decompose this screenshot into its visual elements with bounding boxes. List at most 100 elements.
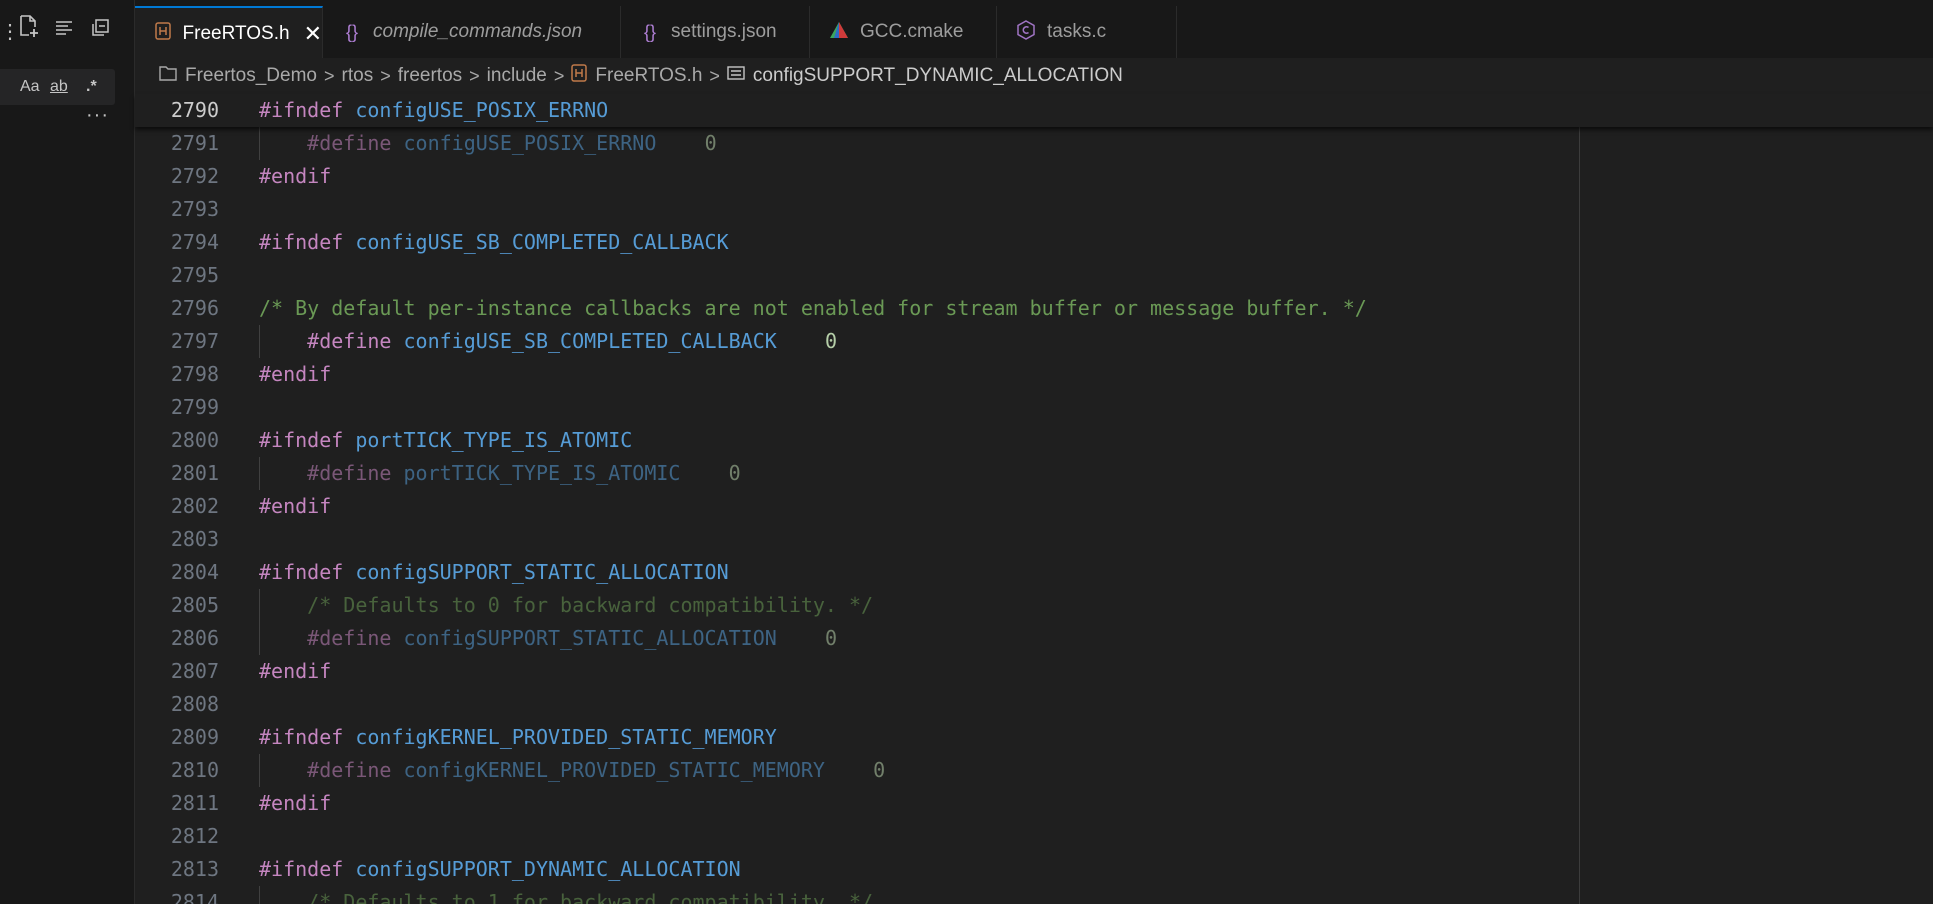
folder-icon [159,65,177,87]
code-line[interactable]: 2804 #ifndef configSUPPORT_STATIC_ALLOCAT… [135,556,1933,589]
macro-name: configKERNEL_PROVIDED_STATIC_MEMORY [355,725,777,749]
line-number: 2812 [170,824,219,848]
code-line[interactable]: 2792 #endif [135,160,1933,193]
chevron-right-icon: > [380,65,391,86]
code-line[interactable]: 2807 #endif [135,655,1933,688]
preprocessor-directive: #define [307,461,392,485]
symbol-constant-icon [727,65,745,87]
line-number: 2798 [170,362,219,386]
line-number: 2799 [170,395,219,419]
code-text: #ifndef configUSE_POSIX_ERRNO [259,94,608,127]
sidebar-toolbar: ⋮ [0,14,134,50]
line-number: 2808 [170,692,219,716]
line-number: 2797 [170,329,219,353]
tab-label: settings.json [671,21,777,42]
code-text: #endif [259,358,331,391]
preprocessor-directive: #ifndef [259,98,344,122]
code-line[interactable]: 2813 #ifndef configSUPPORT_DYNAMIC_ALLOCA… [135,853,1933,886]
tab-4[interactable]: GCC.cmake [810,6,997,58]
code-text: #define configKERNEL_PROVIDED_STATIC_MEM… [259,754,885,787]
code-line[interactable]: 2796 /* By default per-instance callbacks… [135,292,1933,325]
collapse-lines-icon[interactable] [54,14,74,50]
code-line[interactable]: 2814 /* Defaults to 1 for backward compa… [135,886,1933,904]
code-line[interactable]: 2794 #ifndef configUSE_SB_COMPLETED_CALLB… [135,226,1933,259]
preprocessor-directive: #define [307,758,392,782]
line-number: 2800 [170,428,219,452]
breadcrumb-label: freertos [397,65,463,86]
macro-name: configSUPPORT_STATIC_ALLOCATION [403,626,777,650]
json-icon: {} [643,21,657,42]
breadcrumb-item[interactable]: freertos [398,65,462,87]
breadcrumb-label: Freertos_Demo [185,65,317,86]
code-comment: /* By default per-instance callbacks are… [259,296,1367,320]
code-line[interactable]: 2803 [135,523,1933,556]
more-actions-icon[interactable]: ··· [86,104,109,127]
macro-name: configUSE_SB_COMPLETED_CALLBACK [355,230,729,254]
code-line[interactable]: 2799 [135,391,1933,424]
tab-5[interactable]: tasks.c [997,6,1177,58]
code-text: #ifndef portTICK_TYPE_IS_ATOMIC [259,424,632,457]
code-line[interactable]: 2798 #endif [135,358,1933,391]
new-file-icon[interactable] [18,14,40,50]
code-text: #endif [259,655,331,688]
breadcrumb-item[interactable]: configSUPPORT_DYNAMIC_ALLOCATION [727,65,1123,87]
preprocessor-directive: #endif [259,494,332,518]
code-line[interactable]: 2808 [135,688,1933,721]
line-number: 2794 [170,230,219,254]
tab-bar: FreeRTOS.h ✕ {} compile_commands.json {} sett… [135,0,1933,59]
code-line[interactable]: 2810 #define configKERNEL_PROVIDED_STATI… [135,754,1933,787]
tab-1[interactable]: FreeRTOS.h ✕ [135,6,323,59]
preprocessor-directive: #define [307,329,392,353]
preprocessor-directive: #endif [259,659,332,683]
code-line[interactable]: 2806 #define configSUPPORT_STATIC_ALLOCA… [135,622,1933,655]
macro-name: configKERNEL_PROVIDED_STATIC_MEMORY [403,758,825,782]
breadcrumb-item[interactable]: Freertos_Demo [159,65,317,87]
line-number: 2801 [170,461,219,485]
breadcrumb-item[interactable]: rtos [342,65,374,87]
breadcrumb-label: FreeRTOS.h [595,65,703,86]
code-line[interactable]: 2795 [135,259,1933,292]
line-number: 2796 [170,296,219,320]
more-icon[interactable]: ⋮ [0,14,20,50]
line-number: 2802 [170,494,219,518]
code-line[interactable]: 2805 /* Defaults to 0 for backward compa… [135,589,1933,622]
preprocessor-directive: #endif [259,791,332,815]
code-line[interactable]: 2809 #ifndef configKERNEL_PROVIDED_STATIC… [135,721,1933,754]
tab-2[interactable]: {} compile_commands.json [323,6,621,58]
match-case-toggle[interactable]: Aa [20,69,40,105]
numeric-value: 0 [824,626,838,650]
column-ruler [1579,127,1580,904]
h-file-icon [153,22,173,45]
breadcrumb-item[interactable]: include [487,65,547,87]
preprocessor-directive: #endif [259,164,332,188]
code-text: #ifndef configSUPPORT_STATIC_ALLOCATION [259,556,729,589]
preprocessor-directive: #ifndef [259,725,344,749]
code-line[interactable]: 2812 [135,820,1933,853]
code-line[interactable]: 2811 #endif [135,787,1933,820]
line-number: 2810 [170,758,219,782]
line-number: 2814 [170,890,219,904]
code-text: #define configUSE_POSIX_ERRNO 0 [259,127,717,160]
regex-toggle[interactable]: .* [86,69,97,105]
code-text: /* Defaults to 1 for backward compatibil… [259,886,873,904]
code-line[interactable]: 2802 #endif [135,490,1933,523]
close-icon[interactable]: ✕ [304,21,322,47]
code-line[interactable]: 2801 #define portTICK_TYPE_IS_ATOMIC 0 [135,457,1933,490]
numeric-value: 0 [704,131,717,155]
sticky-scroll-line[interactable]: 2790 #ifndef configUSE_POSIX_ERRNO [135,94,1933,127]
code-line[interactable]: 2791 #define configUSE_POSIX_ERRNO 0 [135,127,1933,160]
code-line[interactable]: 2797 #define configUSE_SB_COMPLETED_CALL… [135,325,1933,358]
breadcrumb-item[interactable]: FreeRTOS.h [571,64,702,88]
tab-3[interactable]: {} settings.json [621,6,810,58]
line-number: 2803 [170,527,219,551]
collapse-all-icon[interactable] [90,14,110,50]
code-line[interactable]: 2793 [135,193,1933,226]
macro-name: configSUPPORT_STATIC_ALLOCATION [355,560,729,584]
match-word-toggle[interactable]: ab [50,69,68,105]
code-view[interactable]: 2791 #define configUSE_POSIX_ERRNO 0 2792… [135,94,1933,904]
code-line[interactable]: 2800 #ifndef portTICK_TYPE_IS_ATOMIC [135,424,1933,457]
